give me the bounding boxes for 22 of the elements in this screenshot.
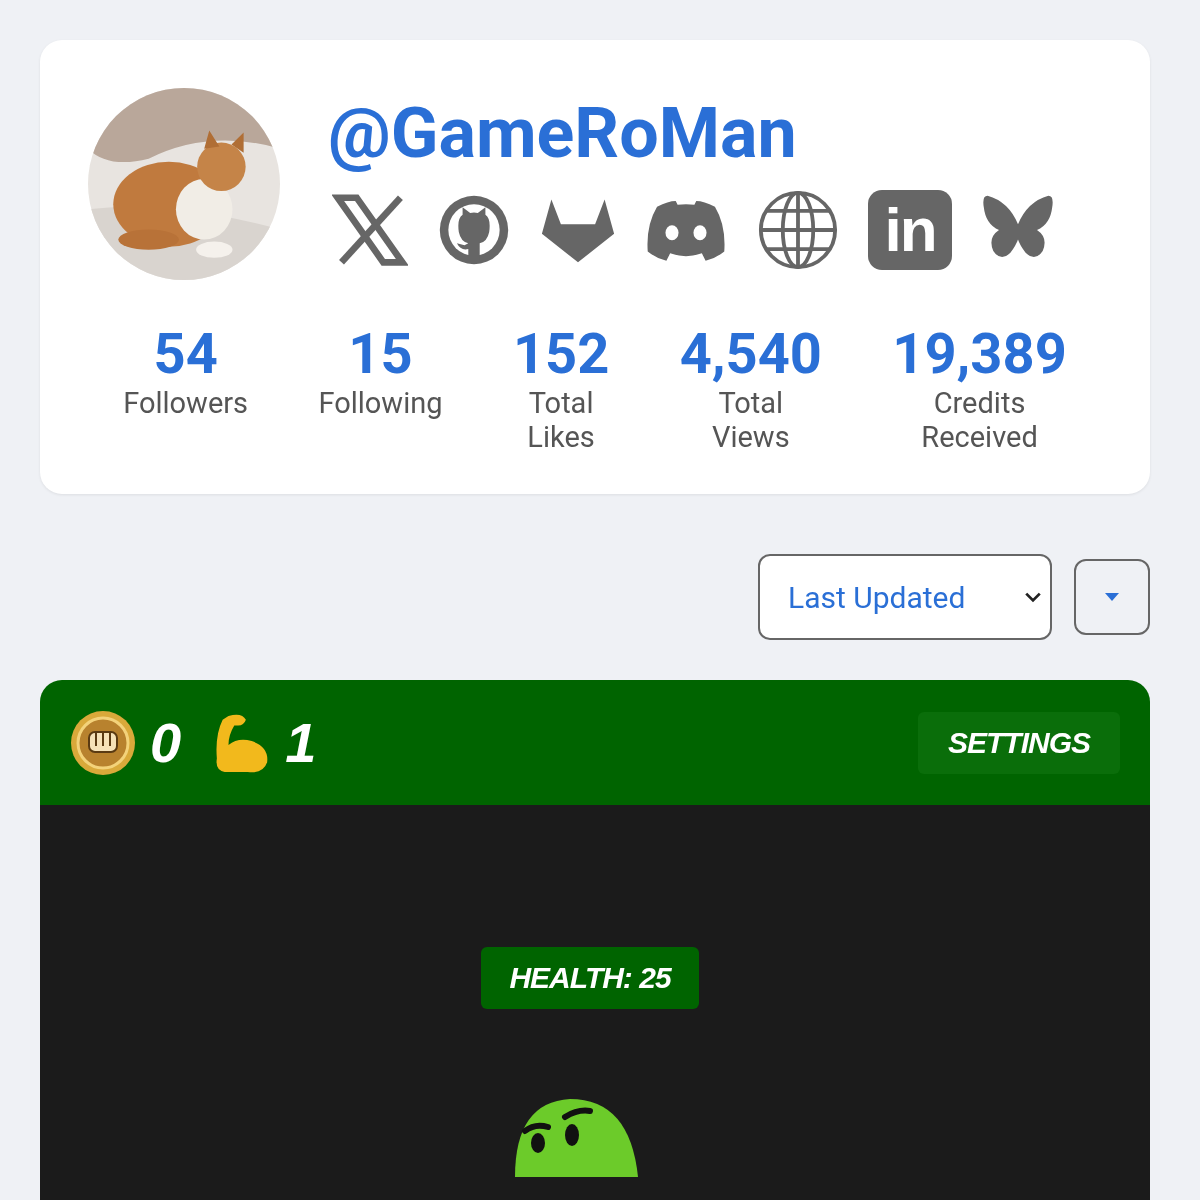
username: @GameRoMan [328,91,798,176]
linkedin-icon[interactable]: in [868,190,952,270]
stat-value: 152 [512,322,610,386]
fist-coin-icon [70,709,136,776]
globe-icon[interactable] [756,190,840,270]
sort-dropdown[interactable]: Last Updated [758,554,1052,640]
stat-label: Following [318,386,443,420]
settings-button[interactable]: SETTINGS [918,711,1120,774]
stat-label: Credits Received [921,386,1038,454]
stat-label: Followers [123,386,249,420]
strength-count: 1 [285,710,317,775]
stat-label: Total Likes [527,386,595,454]
coin-count: 0 [150,710,182,775]
stat-value: 19,389 [892,322,1067,386]
health-badge: HEALTH: 25 [481,947,699,1009]
caret-down-icon [1104,592,1120,602]
stat-value: 54 [153,322,218,386]
stat-label: Total Views [711,386,790,454]
sort-direction-button[interactable] [1074,559,1150,635]
chevron-down-icon [1024,591,1042,603]
stat-value: 15 [348,322,413,386]
stat-value: 4,540 [679,322,822,386]
